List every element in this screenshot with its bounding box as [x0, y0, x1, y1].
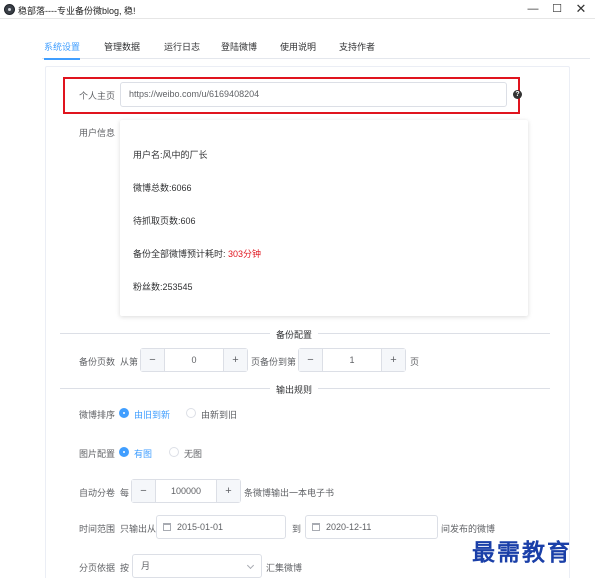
- order-old-to-new-radio[interactable]: [119, 408, 129, 418]
- to-page-decrement-button[interactable]: −: [299, 349, 323, 371]
- calendar-icon: [312, 523, 320, 531]
- to-page-value[interactable]: 1: [323, 349, 381, 371]
- start-date-picker[interactable]: 2015-01-01: [156, 515, 286, 539]
- output-rules-title: 输出规则: [270, 383, 319, 396]
- followers-text: 粉丝数:253545: [133, 282, 193, 292]
- maximize-button[interactable]: ☐: [545, 0, 569, 19]
- end-date-picker[interactable]: 2020-12-11: [305, 515, 438, 539]
- split-prefix-label: 每: [120, 488, 130, 498]
- split-decrement-button[interactable]: −: [132, 480, 156, 502]
- window-title: 稳部落----专业备份微blog, 稳!: [18, 6, 136, 16]
- homepage-url-input[interactable]: https://weibo.com/u/6169408204: [120, 82, 507, 107]
- window-titlebar: 稳部落----专业备份微blog, 稳! — ☐ ✕: [0, 0, 595, 19]
- pagination-suffix-label: 汇集微博: [266, 563, 303, 573]
- calendar-icon: [163, 523, 171, 531]
- start-date-value[interactable]: 2015-01-01: [177, 516, 223, 538]
- backup-pages-label: 备份页数: [79, 357, 116, 367]
- backup-config-title: 备份配置: [270, 328, 319, 341]
- page-unit-label: 页: [410, 357, 420, 367]
- tab-login-weibo[interactable]: 登陆微博: [221, 41, 257, 59]
- from-page-label: 从第: [120, 357, 139, 367]
- tab-bar: 系统设置 管理数据 运行日志 登陆微博 使用说明 支持作者: [42, 41, 590, 60]
- pending-pages-text: 待抓取页数:606: [133, 216, 196, 226]
- time-to-label: 到: [292, 524, 302, 534]
- weibo-count-text: 微博总数:6066: [133, 183, 192, 193]
- pagination-prefix-label: 按: [120, 563, 130, 573]
- user-info-box: 用户名:风中的厂长 微博总数:6066 待抓取页数:606 备份全部微博预计耗时…: [120, 120, 528, 316]
- split-count-value[interactable]: 100000: [156, 480, 216, 502]
- end-date-value[interactable]: 2020-12-11: [326, 516, 371, 538]
- tab-support-author[interactable]: 支持作者: [339, 41, 375, 59]
- order-new-to-old-label[interactable]: 由新到旧: [201, 408, 237, 421]
- from-page-stepper[interactable]: − 0 +: [140, 348, 248, 372]
- from-page-increment-button[interactable]: +: [223, 349, 247, 371]
- order-new-to-old-radio[interactable]: [186, 408, 196, 418]
- to-page-increment-button[interactable]: +: [381, 349, 405, 371]
- homepage-label: 个人主页: [79, 91, 116, 101]
- username-text: 用户名:风中的厂长: [133, 150, 208, 160]
- order-label: 微博排序: [79, 410, 116, 420]
- to-page-label: 页备份到第: [251, 357, 297, 367]
- pagination-select-value[interactable]: 月: [141, 561, 150, 571]
- order-old-to-new-label[interactable]: 由旧到新: [134, 408, 170, 421]
- pagination-label: 分页依据: [79, 563, 116, 573]
- from-page-value[interactable]: 0: [165, 349, 223, 371]
- help-icon[interactable]: ?: [513, 90, 522, 99]
- split-count-stepper[interactable]: − 100000 +: [131, 479, 241, 503]
- time-range-label: 时间范围: [79, 524, 116, 534]
- tab-instructions[interactable]: 使用说明: [280, 41, 316, 59]
- app-logo-icon: [4, 4, 15, 15]
- image-without-label[interactable]: 无图: [184, 447, 202, 460]
- split-suffix-label: 条微博输出一本电子书: [244, 488, 335, 498]
- watermark: 最需教育: [472, 539, 572, 566]
- image-without-radio[interactable]: [169, 447, 179, 457]
- split-increment-button[interactable]: +: [216, 480, 240, 502]
- minimize-button[interactable]: —: [521, 0, 545, 19]
- tab-run-log[interactable]: 运行日志: [164, 41, 200, 59]
- to-page-stepper[interactable]: − 1 +: [298, 348, 406, 372]
- estimate-label: 备份全部微博预计耗时:: [133, 249, 226, 259]
- chevron-down-icon: [246, 561, 255, 570]
- auto-split-label: 自动分卷: [79, 488, 116, 498]
- image-with-label[interactable]: 有图: [134, 447, 152, 460]
- time-prefix-label: 只输出从: [120, 524, 157, 534]
- tab-manage-data[interactable]: 管理数据: [104, 41, 140, 59]
- user-info-label: 用户信息: [79, 128, 116, 138]
- pagination-select[interactable]: 月: [132, 554, 262, 578]
- image-config-label: 图片配置: [79, 449, 116, 459]
- from-page-decrement-button[interactable]: −: [141, 349, 165, 371]
- estimate-text: 备份全部微博预计耗时: 303分钟: [133, 247, 261, 260]
- close-button[interactable]: ✕: [569, 0, 593, 19]
- tab-system-settings[interactable]: 系统设置: [44, 41, 81, 60]
- image-with-radio[interactable]: [119, 447, 129, 457]
- estimate-value: 303分钟: [228, 249, 262, 259]
